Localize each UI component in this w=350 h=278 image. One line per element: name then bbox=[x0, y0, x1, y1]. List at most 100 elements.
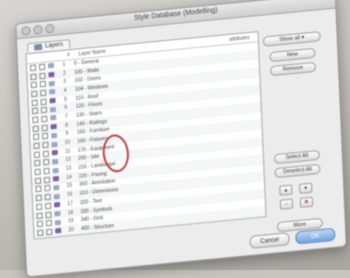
layer-icon bbox=[52, 167, 59, 174]
visibility-checkbox[interactable] bbox=[31, 99, 38, 106]
layer-icon bbox=[48, 71, 55, 78]
arrow-down-icon: ▾ bbox=[304, 185, 308, 192]
visibility-checkbox[interactable] bbox=[37, 238, 44, 240]
visibility-checkbox[interactable] bbox=[33, 142, 40, 150]
tab-label: Layers bbox=[45, 41, 64, 50]
layer-icon bbox=[48, 80, 55, 87]
layer-icon bbox=[53, 193, 60, 200]
lock-checkbox[interactable] bbox=[45, 202, 52, 210]
cancel-button[interactable]: Cancel bbox=[249, 232, 290, 249]
layer-name: 410 - Columns bbox=[81, 231, 115, 240]
list-rows: 10 - General 2 100 - Walls 3 102 - Doors 4 104… bbox=[26, 42, 267, 240]
column-num[interactable]: # bbox=[61, 51, 75, 58]
lock-checkbox[interactable] bbox=[45, 211, 52, 218]
lock-checkbox[interactable] bbox=[40, 98, 47, 105]
visibility-checkbox[interactable] bbox=[35, 186, 42, 193]
move-down-button[interactable]: ▾ bbox=[299, 182, 313, 194]
visibility-checkbox[interactable] bbox=[34, 177, 42, 184]
layer-number: 16 bbox=[66, 191, 73, 199]
merge-icon: ⇔ bbox=[283, 200, 290, 208]
layer-icon bbox=[54, 219, 61, 226]
layer-list[interactable]: # Layer Name attributes 10 - General 2 100… bbox=[25, 31, 267, 240]
layer-number: 7 bbox=[64, 113, 68, 121]
lock-checkbox[interactable] bbox=[39, 80, 46, 88]
visibility-checkbox[interactable] bbox=[37, 229, 44, 237]
delete-button[interactable]: ✕ bbox=[299, 196, 314, 208]
layer-number: 17 bbox=[67, 200, 73, 208]
visibility-checkbox[interactable] bbox=[30, 81, 37, 89]
lock-checkbox[interactable] bbox=[45, 219, 53, 227]
lock-checkbox[interactable] bbox=[43, 159, 50, 166]
layer-name: 340 - Grid bbox=[80, 215, 104, 224]
visibility-checkbox[interactable] bbox=[34, 160, 41, 167]
layer-icon bbox=[55, 228, 62, 234]
layer-icon bbox=[47, 63, 55, 69]
deselect-all-button[interactable]: Deselect All bbox=[274, 163, 321, 179]
lock-checkbox[interactable] bbox=[44, 185, 51, 192]
lock-checkbox[interactable] bbox=[41, 115, 48, 123]
visibility-checkbox[interactable] bbox=[35, 194, 42, 202]
visibility-checkbox[interactable] bbox=[36, 212, 43, 219]
select-all-button[interactable]: Select All bbox=[273, 149, 321, 165]
lock-checkbox[interactable] bbox=[44, 193, 51, 201]
lock-checkbox[interactable] bbox=[42, 141, 49, 149]
layer-icon bbox=[49, 97, 56, 104]
move-up-button[interactable]: ▴ bbox=[279, 184, 293, 196]
lock-checkbox[interactable] bbox=[43, 176, 51, 184]
layer-number: 8 bbox=[65, 122, 69, 129]
layer-number: 21 bbox=[68, 235, 75, 240]
lock-checkbox[interactable] bbox=[46, 237, 53, 240]
visibility-checkbox[interactable] bbox=[32, 125, 39, 132]
lock-checkbox[interactable] bbox=[38, 63, 46, 71]
layer-number: 18 bbox=[67, 209, 74, 216]
delete-icon: ✕ bbox=[303, 199, 309, 206]
layer-number: 10 bbox=[64, 139, 71, 147]
layer-icon bbox=[51, 141, 58, 147]
filter-dropdown[interactable]: Show all ▾ bbox=[262, 31, 321, 47]
lock-checkbox[interactable] bbox=[46, 228, 53, 236]
lock-checkbox[interactable] bbox=[39, 72, 46, 79]
visibility-checkbox[interactable] bbox=[31, 107, 39, 115]
layer-icon bbox=[52, 158, 59, 165]
layer-name: 100 - Walls bbox=[74, 67, 100, 76]
visibility-checkbox[interactable] bbox=[33, 133, 40, 141]
layer-number: 2 bbox=[62, 70, 66, 77]
layer-icon bbox=[50, 124, 57, 130]
visibility-checkbox[interactable] bbox=[33, 151, 41, 158]
lock-checkbox[interactable] bbox=[43, 167, 50, 175]
lock-checkbox[interactable] bbox=[40, 107, 48, 114]
visibility-checkbox[interactable] bbox=[30, 73, 37, 80]
layer-icon bbox=[50, 115, 57, 121]
layer-icon bbox=[50, 132, 58, 139]
dialog-footer: Cancel OK bbox=[249, 227, 336, 249]
layer-number: 5 bbox=[63, 96, 68, 103]
layer-icon bbox=[51, 150, 58, 156]
layer-name: 110 - Roof bbox=[75, 93, 99, 102]
lock-checkbox[interactable] bbox=[42, 150, 49, 158]
layer-icon bbox=[49, 106, 57, 113]
layers-icon bbox=[34, 43, 43, 51]
merge-button[interactable]: ⇔ bbox=[279, 198, 294, 210]
layer-icon bbox=[49, 89, 56, 95]
layer-number: 6 bbox=[64, 105, 68, 112]
layer-number: 19 bbox=[67, 217, 74, 225]
lock-checkbox[interactable] bbox=[40, 89, 47, 97]
filter-label: Show all bbox=[279, 35, 301, 44]
visibility-checkbox[interactable] bbox=[31, 90, 38, 98]
lock-checkbox[interactable] bbox=[41, 133, 49, 140]
layer-number: 15 bbox=[66, 183, 73, 190]
column-attributes[interactable]: attributes bbox=[229, 34, 250, 42]
visibility-checkbox[interactable] bbox=[32, 116, 39, 124]
layer-icon bbox=[55, 237, 62, 240]
visibility-checkbox[interactable] bbox=[34, 168, 41, 176]
ok-button[interactable]: OK bbox=[295, 227, 336, 245]
layer-icon bbox=[54, 210, 61, 217]
lock-checkbox[interactable] bbox=[41, 124, 48, 131]
visibility-checkbox[interactable] bbox=[36, 220, 44, 228]
visibility-checkbox[interactable] bbox=[30, 64, 37, 71]
layer-icon bbox=[53, 184, 60, 191]
chevron-down-icon: ▾ bbox=[299, 34, 305, 42]
visibility-checkbox[interactable] bbox=[36, 203, 43, 211]
new-button[interactable]: New bbox=[269, 47, 316, 63]
remove-button[interactable]: Remove bbox=[269, 61, 317, 77]
